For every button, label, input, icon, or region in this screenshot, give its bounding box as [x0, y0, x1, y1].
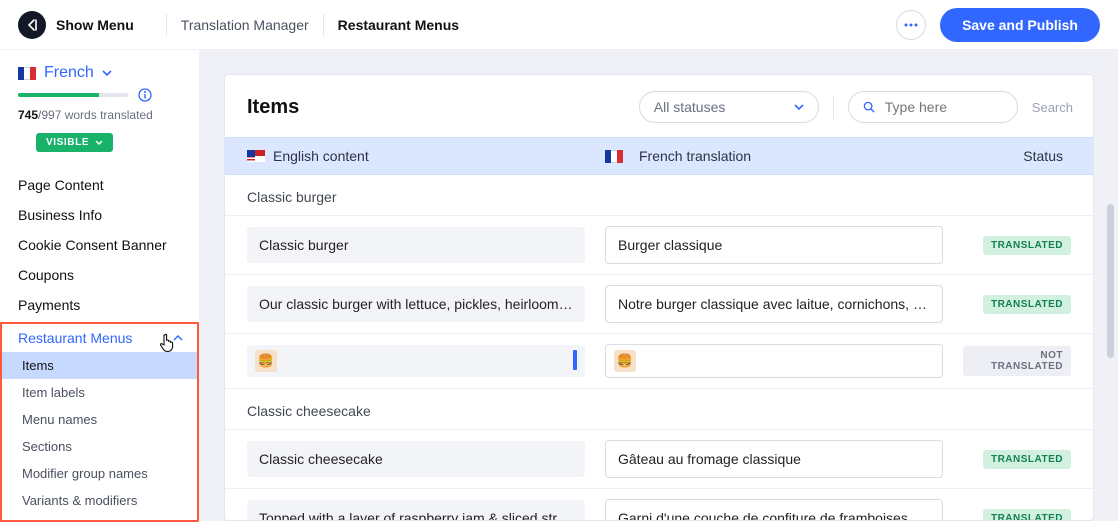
- chevron-down-icon: [102, 70, 112, 76]
- translation-cell[interactable]: Garni d'une couche de confiture de framb…: [605, 499, 943, 520]
- sidebar-subitem-modifier-groups[interactable]: Modifier group names: [2, 460, 197, 487]
- table-row: Topped with a layer of raspberry jam & s…: [225, 489, 1093, 520]
- search-icon: [863, 100, 875, 114]
- group-label: Classic cheesecake: [225, 389, 1093, 430]
- source-cell[interactable]: Our classic burger with lettuce, pickles…: [247, 286, 585, 322]
- sidebar-subitem-menu-names[interactable]: Menu names: [2, 406, 197, 433]
- visibility-badge[interactable]: VISIBLE: [36, 133, 113, 152]
- sidebar-item-payments[interactable]: Payments: [0, 290, 199, 320]
- status-badge: TRANSLATED: [983, 295, 1071, 314]
- items-card: Items All statuses Search English conten…: [224, 74, 1094, 521]
- save-and-publish-button[interactable]: Save and Publish: [940, 8, 1100, 42]
- panel-title: Items: [247, 96, 625, 119]
- topbar: Show Menu Translation Manager Restaurant…: [0, 0, 1118, 50]
- sidebar-item-page-content[interactable]: Page Content: [0, 170, 199, 200]
- table-row: Classic cheesecake Gâteau au fromage cla…: [225, 430, 1093, 489]
- sidebar-item-cookie-consent[interactable]: Cookie Consent Banner: [0, 230, 199, 260]
- translation-cell[interactable]: Gâteau au fromage classique: [605, 440, 943, 478]
- divider: [323, 14, 324, 36]
- source-cell[interactable]: Classic burger: [247, 227, 585, 263]
- flag-france-icon: [605, 150, 623, 163]
- language-selector[interactable]: French: [0, 50, 199, 88]
- source-cell[interactable]: Classic cheesecake: [247, 441, 585, 477]
- breadcrumb-translation-manager[interactable]: Translation Manager: [181, 17, 309, 33]
- status-badge: TRANSLATED: [983, 450, 1071, 469]
- ellipsis-icon: [904, 23, 918, 27]
- sidebar-item-coupons[interactable]: Coupons: [0, 260, 199, 290]
- divider: [166, 14, 167, 36]
- table-row: Our classic burger with lettuce, pickles…: [225, 275, 1093, 334]
- scrollbar[interactable]: [1107, 204, 1114, 358]
- table-row: Classic burger Burger classique TRANSLAT…: [225, 216, 1093, 275]
- header-status: Status: [963, 148, 1071, 164]
- table-header: English content French translation Statu…: [225, 137, 1093, 175]
- translation-image-cell[interactable]: 🍔: [605, 344, 943, 378]
- info-icon[interactable]: [138, 88, 152, 102]
- translation-cell[interactable]: Burger classique: [605, 226, 943, 264]
- progress-bar: [18, 93, 128, 97]
- breadcrumb-restaurant-menus: Restaurant Menus: [338, 17, 459, 33]
- main-panel: Items All statuses Search English conten…: [200, 50, 1118, 521]
- sidebar-subitem-item-labels[interactable]: Item labels: [2, 379, 197, 406]
- translation-cell[interactable]: Notre burger classique avec laitue, corn…: [605, 285, 943, 323]
- header-english: English content: [273, 148, 369, 164]
- sidebar-subitem-items[interactable]: Items: [2, 352, 197, 379]
- table-row: 🍔 🍔 NOT TRANSLATED: [225, 334, 1093, 389]
- sidebar-item-restaurant-menus[interactable]: Restaurant Menus: [2, 324, 197, 352]
- chevron-up-icon: [173, 335, 183, 341]
- sidebar-group-restaurant-menus: Restaurant Menus Items Item labels Menu …: [0, 322, 199, 522]
- translation-progress: [0, 88, 199, 102]
- group-label: Classic burger: [225, 175, 1093, 216]
- source-image-cell[interactable]: 🍔: [247, 345, 585, 377]
- source-cell[interactable]: Topped with a layer of raspberry jam & s…: [247, 500, 585, 520]
- search-input[interactable]: [883, 98, 1003, 116]
- chevron-down-icon: [95, 140, 103, 145]
- language-name: French: [44, 64, 94, 82]
- status-filter-dropdown[interactable]: All statuses: [639, 91, 819, 123]
- words-translated-count: 745/997 words translated: [0, 102, 199, 132]
- image-thumbnail-icon: 🍔: [255, 350, 277, 372]
- flag-france-icon: [18, 67, 36, 80]
- sidebar: French 745/997 words translated VISIBLE …: [0, 50, 200, 521]
- show-menu-label[interactable]: Show Menu: [56, 17, 134, 33]
- search-box[interactable]: [848, 91, 1018, 123]
- image-thumbnail-icon: 🍔: [614, 350, 636, 372]
- sidebar-subitem-sections[interactable]: Sections: [2, 433, 197, 460]
- flag-us-icon: [247, 150, 265, 162]
- table-body[interactable]: Classic burger Classic burger Burger cla…: [225, 175, 1093, 520]
- sidebar-item-business-info[interactable]: Business Info: [0, 200, 199, 230]
- status-badge: TRANSLATED: [983, 509, 1071, 520]
- sidebar-subitem-variants[interactable]: Variants & modifiers: [2, 487, 197, 514]
- show-menu-button[interactable]: [18, 11, 46, 39]
- collapse-icon: [25, 18, 39, 32]
- status-badge: NOT TRANSLATED: [963, 346, 1071, 376]
- search-label[interactable]: Search: [1032, 100, 1073, 115]
- more-actions-button[interactable]: [896, 10, 926, 40]
- chevron-down-icon: [794, 104, 804, 110]
- header-french: French translation: [639, 148, 751, 164]
- status-badge: TRANSLATED: [983, 236, 1071, 255]
